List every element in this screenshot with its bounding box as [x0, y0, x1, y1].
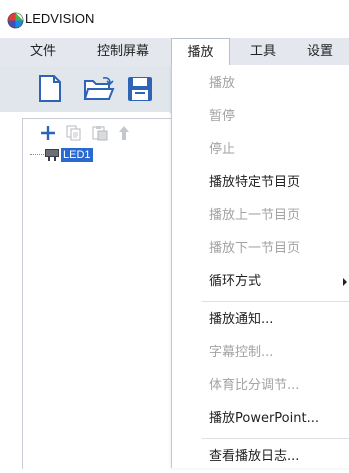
menu-file[interactable]: 文件 — [22, 38, 64, 66]
paste-icon[interactable] — [92, 125, 108, 141]
menu-item-loop-mode[interactable]: 循环方式 — [172, 265, 349, 298]
menu-item-play-powerpoint[interactable]: 播放PowerPoint... — [172, 402, 349, 435]
copy-icon[interactable] — [66, 125, 82, 141]
menu-item-stop[interactable]: 停止 — [172, 133, 349, 166]
menu-tools[interactable]: 工具 — [241, 38, 285, 66]
menu-item-play-previous-page[interactable]: 播放上一节目页 — [172, 199, 349, 232]
menu-item-sports-score[interactable]: 体育比分调节... — [172, 369, 349, 402]
menu-item-pause[interactable]: 暂停 — [172, 100, 349, 133]
add-icon[interactable] — [40, 125, 56, 141]
save-icon[interactable] — [127, 76, 153, 102]
menu-control-screen[interactable]: 控制屏幕 — [86, 38, 160, 66]
menu-bar: 文件 控制屏幕 播放 工具 设置 — [0, 38, 349, 67]
move-up-icon[interactable] — [118, 125, 130, 141]
menu-separator — [202, 301, 349, 302]
menu-item-view-play-log[interactable]: 查看播放日志... — [172, 440, 349, 473]
screen-icon — [45, 149, 59, 161]
menu-item-loop-mode-label: 循环方式 — [209, 274, 262, 289]
screen-panel: LED1 — [0, 112, 173, 469]
menu-item-play-notice[interactable]: 播放通知... — [172, 303, 349, 336]
ledvision-logo-icon — [7, 12, 24, 29]
title-bar: LEDVISION — [0, 0, 349, 38]
play-menu-dropdown: 播放 暂停 停止 播放特定节目页 播放上一节目页 播放下一节目页 循环方式 播放… — [171, 65, 349, 468]
menu-settings[interactable]: 设置 — [298, 38, 342, 66]
menu-item-play-next-page[interactable]: 播放下一节目页 — [172, 232, 349, 265]
menu-item-play[interactable]: 播放 — [172, 67, 349, 100]
tree-frame — [22, 118, 173, 469]
submenu-arrow-icon — [343, 278, 347, 286]
menu-item-subtitle-control[interactable]: 字幕控制... — [172, 336, 349, 369]
open-folder-icon[interactable] — [83, 77, 115, 101]
menu-item-play-specific-page[interactable]: 播放特定节目页 — [172, 166, 349, 199]
menu-play[interactable]: 播放 — [171, 38, 230, 66]
menu-separator — [202, 438, 349, 439]
tree-node-led1[interactable]: LED1 — [30, 146, 93, 164]
tree-node-label: LED1 — [61, 148, 93, 162]
app-title: LEDVISION — [25, 11, 95, 26]
tree-connector — [30, 154, 44, 156]
new-file-icon[interactable] — [38, 75, 62, 102]
